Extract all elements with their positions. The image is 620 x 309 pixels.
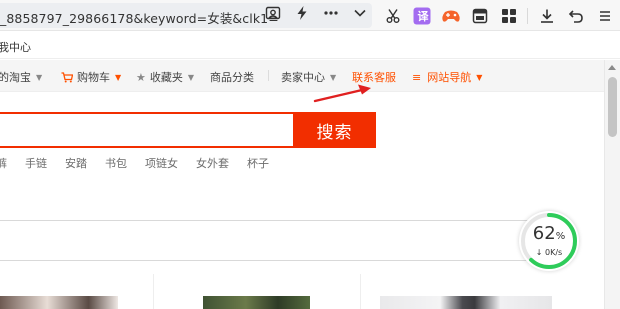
- chevron-down-icon: ▼: [330, 72, 337, 82]
- scissors-icon[interactable]: [378, 5, 407, 27]
- apps-icon[interactable]: [494, 5, 523, 27]
- menu-icon[interactable]: [590, 5, 619, 27]
- chevron-down-icon: ▼: [115, 72, 122, 82]
- nav-favorites-label: 收藏夹: [149, 71, 183, 84]
- speed-rate: ↓ 0K/s: [535, 248, 563, 257]
- hot-word[interactable]: 项链女: [145, 155, 178, 171]
- hot-word[interactable]: 安踏: [65, 155, 87, 171]
- search-button[interactable]: 搜索: [293, 112, 376, 148]
- nav-site-nav-label: 网站导航: [427, 71, 472, 84]
- product-image[interactable]: [203, 296, 310, 309]
- annotation-arrow-icon: [313, 84, 371, 103]
- network-speed-widget[interactable]: 62% ↓ 0K/s: [519, 211, 579, 271]
- cart-icon: [61, 71, 73, 82]
- toolbar-divider: [527, 8, 528, 24]
- hot-word[interactable]: 女外套: [196, 155, 229, 171]
- more-icon[interactable]: [316, 3, 345, 23]
- vertical-scrollbar[interactable]: [604, 60, 620, 309]
- nav-my-taobao-label: 的淘宝: [0, 71, 31, 84]
- image-search-icon[interactable]: [258, 3, 287, 23]
- nav-favorites[interactable]: ★ 收藏夹 ▼: [136, 69, 194, 85]
- chevron-down-icon: ▼: [36, 72, 43, 82]
- product-image[interactable]: [380, 296, 552, 309]
- bookmarks-bar: 我中心: [0, 31, 620, 59]
- bookmark-item[interactable]: 我中心: [0, 39, 31, 55]
- download-icon[interactable]: [532, 5, 561, 27]
- page-viewport: 的淘宝 ▼ 购物车 ▼ ★ 收藏夹 ▼ 商品分类 卖家中心 ▼ 联系客服 ≡ 网…: [0, 60, 604, 309]
- nav-site-nav[interactable]: ≡ 网站导航 ▼: [412, 69, 482, 85]
- chevron-down-icon: ▼: [187, 72, 195, 82]
- undo-icon[interactable]: [561, 5, 590, 27]
- star-icon: ★: [136, 70, 146, 84]
- card-divider: [360, 274, 361, 309]
- site-nav: 的淘宝 ▼ 购物车 ▼ ★ 收藏夹 ▼ 商品分类 卖家中心 ▼ 联系客服 ≡ 网…: [0, 60, 604, 92]
- speed-percent-value: 62: [532, 223, 556, 244]
- address-url[interactable]: _8858797_29866178&keyword=女装&clk1=: [0, 8, 279, 27]
- search-input[interactable]: [0, 112, 294, 148]
- chevron-down-icon[interactable]: [345, 3, 374, 23]
- game-icon[interactable]: [436, 5, 465, 27]
- speed-percent-sign: %: [555, 231, 566, 242]
- nav-cart-label: 购物车: [77, 71, 110, 84]
- nav-categories-label: 商品分类: [210, 71, 254, 84]
- address-bar-actions: [258, 3, 374, 23]
- translate-label: 译: [417, 10, 429, 23]
- hot-word[interactable]: 杯子: [247, 155, 269, 171]
- nav-my-taobao[interactable]: 的淘宝 ▼: [0, 69, 42, 85]
- card-divider: [153, 274, 154, 309]
- list-icon: ≡: [412, 70, 422, 84]
- scroll-thumb[interactable]: [608, 77, 617, 137]
- content-panel: [0, 220, 569, 261]
- browser-toolbar: _8858797_29866178&keyword=女装&clk1= 译: [0, 0, 620, 31]
- nav-divider: [268, 70, 269, 81]
- search-button-label: 搜索: [316, 122, 353, 143]
- hot-word[interactable]: 裤: [0, 155, 7, 171]
- window-icon[interactable]: [465, 5, 494, 27]
- nav-categories[interactable]: 商品分类: [210, 69, 254, 85]
- hot-words: 裤 手链 安踏 书包 项链女 女外套 杯子: [0, 155, 287, 171]
- chevron-down-icon: ▼: [476, 72, 483, 82]
- speed-percent: 62%: [519, 223, 579, 244]
- product-image[interactable]: [0, 296, 118, 309]
- nav-cart[interactable]: 购物车 ▼: [61, 69, 121, 85]
- hot-word[interactable]: 手链: [25, 155, 47, 171]
- lightning-icon[interactable]: [287, 3, 316, 23]
- scroll-up-arrow-icon[interactable]: [608, 65, 616, 70]
- hot-word[interactable]: 书包: [105, 155, 127, 171]
